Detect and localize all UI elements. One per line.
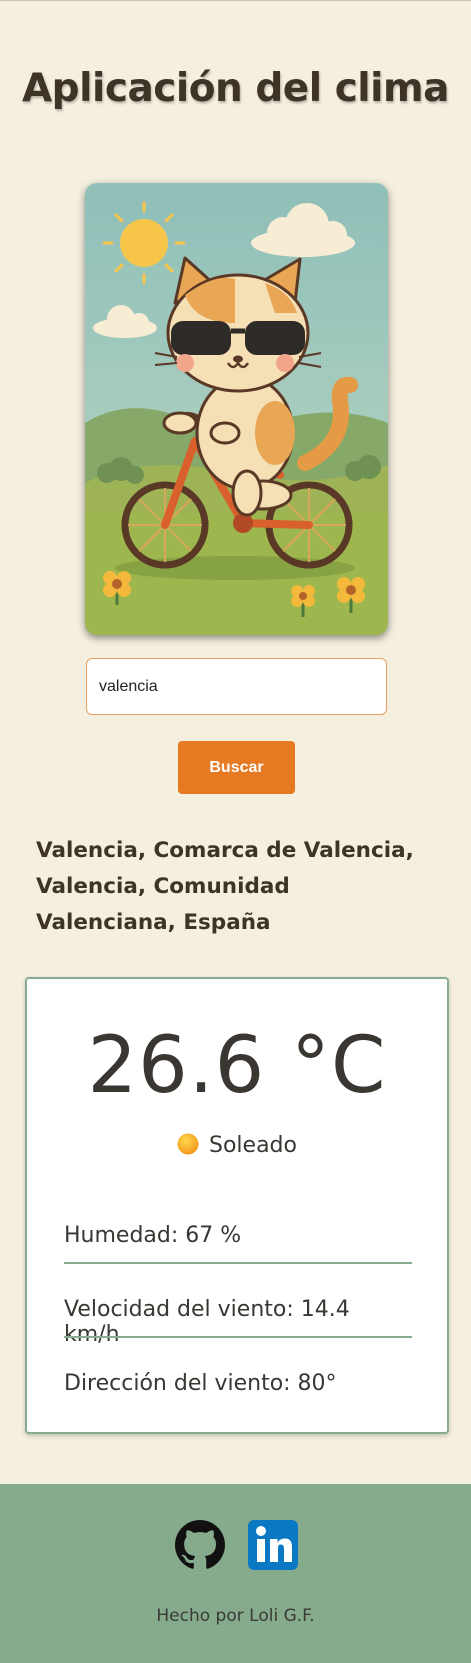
- weather-condition: Soleado: [27, 1133, 447, 1158]
- sun-icon: [177, 1133, 199, 1155]
- linkedin-icon[interactable]: [248, 1520, 298, 1570]
- city-search-input[interactable]: [86, 658, 387, 715]
- wind-speed-value: Velocidad del viento: 14.4 km/h: [64, 1297, 350, 1347]
- footer-credit: Hecho por Loli G.F.: [156, 1606, 315, 1626]
- weather-card: 26.6 °C Soleado Humedad: 67 % Velocidad …: [25, 977, 449, 1434]
- temperature-value: 26.6 °C: [87, 1021, 387, 1111]
- github-icon[interactable]: [175, 1520, 225, 1570]
- search-button[interactable]: Buscar: [178, 741, 295, 794]
- cat-on-bike-illustration: [85, 183, 388, 635]
- location-name: Valencia, Comarca de Valencia, Valencia,…: [36, 838, 414, 935]
- page-title: Aplicación del clima: [21, 66, 450, 111]
- condition-label: Soleado: [209, 1133, 297, 1158]
- divider: [64, 1336, 412, 1338]
- divider: [64, 1262, 412, 1264]
- humidity-value: Humedad: 67 %: [64, 1223, 242, 1248]
- top-border: [0, 0, 471, 1]
- wind-direction-value: Dirección del viento: 80°: [64, 1371, 337, 1396]
- footer: Hecho por Loli G.F.: [0, 1484, 471, 1663]
